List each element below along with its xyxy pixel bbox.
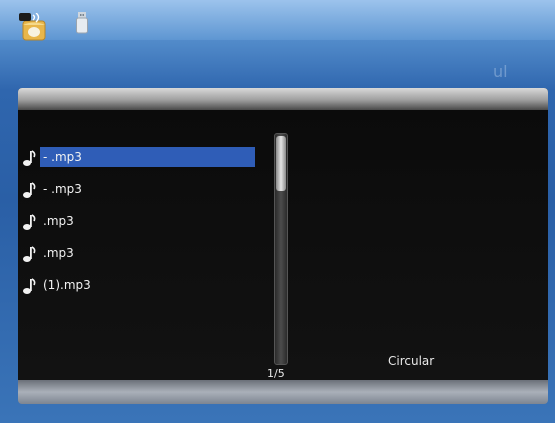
list-item-label: - .mp3 — [40, 147, 255, 167]
file-list: - .mp3 - .mp3 .mp3 .mp3 (1).mp3 — [22, 147, 262, 307]
music-note-icon — [23, 214, 36, 230]
list-item-label: .mp3 — [43, 214, 74, 228]
music-folder-icon[interactable] — [19, 13, 51, 41]
watermark-glyph: ul — [493, 62, 508, 81]
list-scrollbar[interactable] — [274, 133, 288, 365]
music-note-icon — [23, 150, 36, 166]
music-note-icon — [23, 246, 36, 262]
music-note-icon — [23, 182, 36, 198]
scrollbar-thumb[interactable] — [276, 136, 286, 191]
usb-icon — [76, 12, 88, 34]
music-note-icon — [23, 278, 36, 294]
list-item-label: - .mp3 — [43, 182, 82, 196]
list-item-label: (1).mp3 — [43, 278, 91, 292]
panel-header-bar — [18, 88, 548, 110]
list-item[interactable]: .mp3 — [22, 243, 262, 275]
play-mode-label: Circular — [388, 354, 435, 368]
list-item[interactable]: - .mp3 — [22, 147, 262, 179]
panel-footer-bar — [18, 380, 548, 404]
list-item[interactable]: .mp3 — [22, 211, 262, 243]
page-indicator: 1/5 — [267, 367, 285, 380]
list-item[interactable]: (1).mp3 — [22, 275, 262, 307]
list-item[interactable]: - .mp3 — [22, 179, 262, 211]
list-item-label: .mp3 — [43, 246, 74, 260]
